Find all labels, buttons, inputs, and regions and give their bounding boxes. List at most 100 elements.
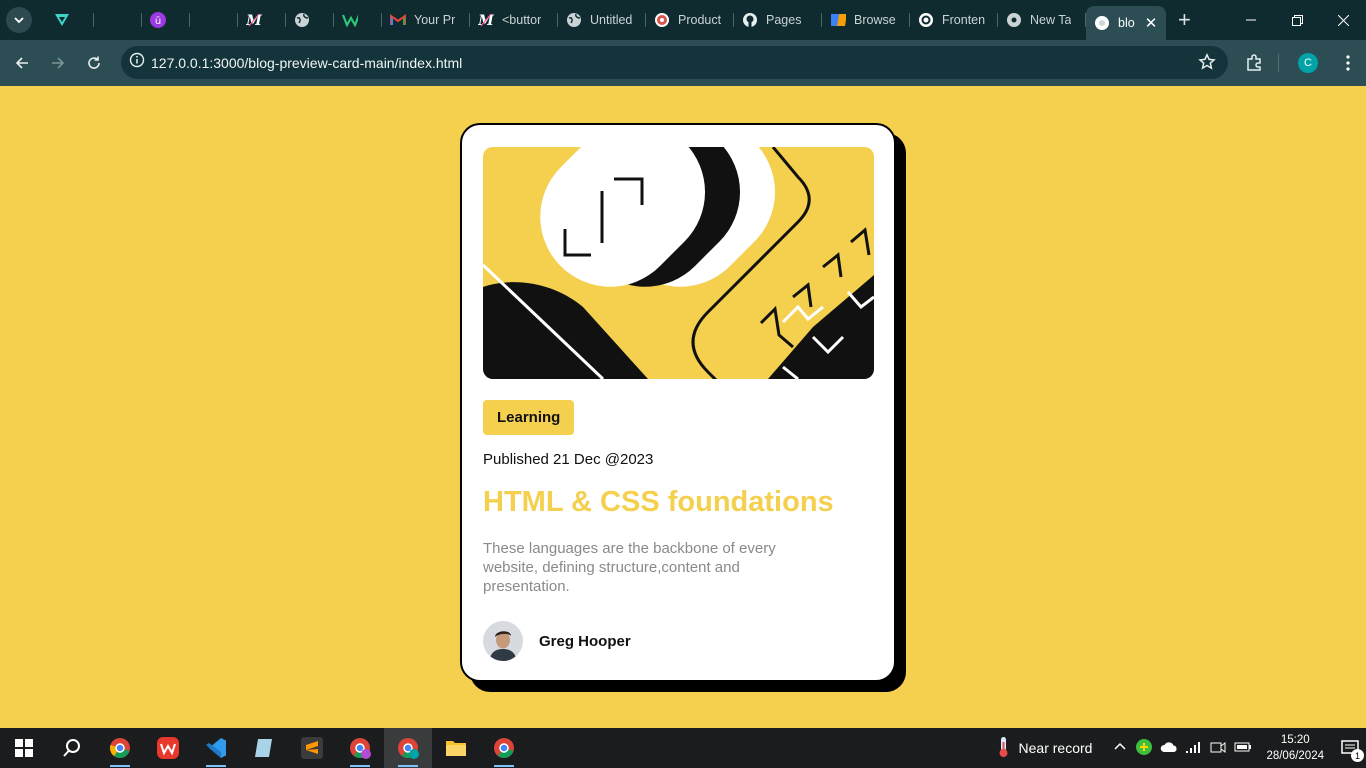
category-tag: Learning	[483, 400, 575, 435]
tab-6[interactable]	[334, 4, 382, 36]
taskbar-notes[interactable]	[240, 728, 288, 768]
wifi-icon[interactable]	[1186, 740, 1202, 757]
blog-favicon-icon	[1094, 15, 1110, 31]
tab-title: New Ta	[1030, 13, 1072, 27]
onedrive-icon[interactable]	[1160, 740, 1178, 756]
search-button[interactable]	[48, 728, 96, 768]
window-controls	[1228, 0, 1366, 40]
thermometer-icon[interactable]	[997, 736, 1011, 761]
github-icon	[742, 12, 758, 28]
profile-avatar: C	[1298, 53, 1318, 73]
tab-title: Pages	[766, 13, 802, 27]
blog-preview-card: Learning Published 21 Dec @2023 HTML & C…	[460, 123, 896, 682]
restore-button[interactable]	[1274, 0, 1320, 40]
tab-11[interactable]: Pages	[734, 4, 822, 36]
vscode-icon	[206, 738, 226, 758]
taskbar-explorer[interactable]	[432, 728, 480, 768]
taskbar-chrome-m[interactable]	[336, 728, 384, 768]
chevron-up-icon[interactable]	[1114, 740, 1126, 756]
clock-time: 15:20	[1280, 734, 1310, 746]
tab-10[interactable]: Product	[646, 4, 734, 36]
w-logo-icon	[342, 12, 358, 28]
status-plus-icon[interactable]	[1136, 738, 1153, 758]
author-name: Greg Hooper	[539, 632, 631, 650]
tab-12[interactable]: Browse	[822, 4, 910, 36]
puzzle-icon	[1247, 54, 1261, 71]
close-window-button[interactable]	[1320, 0, 1366, 40]
start-button[interactable]	[0, 728, 48, 768]
more-vert-icon	[1346, 55, 1350, 71]
search-icon	[63, 739, 80, 757]
clock-date: 28/06/2024	[1266, 750, 1324, 762]
tab-5[interactable]	[286, 4, 334, 36]
tab-13[interactable]: Fronten	[910, 4, 998, 36]
close-tab-icon[interactable]: ✕	[1145, 14, 1158, 32]
notes-icon	[255, 739, 272, 757]
weather-text[interactable]: Near record	[1019, 740, 1093, 756]
extensions-button[interactable]	[1236, 45, 1272, 81]
gmail-icon	[390, 12, 406, 28]
taskbar-chrome-t[interactable]	[96, 728, 144, 768]
reload-button[interactable]	[76, 45, 112, 81]
tab-strip: ū M Your Pr M <buttor Untitled Product Pages Bro…	[0, 0, 1366, 40]
grid-logo-icon	[830, 12, 846, 28]
tab-8[interactable]: M <buttor	[470, 4, 558, 36]
author: Greg Hooper	[483, 621, 631, 661]
tab-title: <buttor	[502, 13, 542, 27]
browser-menu-button[interactable]	[1330, 45, 1366, 81]
taskbar-wps[interactable]	[144, 728, 192, 768]
taskbar-chrome-c[interactable]	[384, 728, 432, 768]
tab-1[interactable]	[94, 4, 142, 36]
profile-button[interactable]: C	[1290, 45, 1326, 81]
record-icon	[654, 12, 670, 28]
toolbar-divider	[1278, 54, 1279, 72]
battery-icon[interactable]	[1234, 740, 1252, 756]
globe-icon	[566, 12, 582, 28]
hero-illustration	[483, 147, 874, 379]
taskbar-sublime[interactable]	[288, 728, 336, 768]
taskbar-chrome-c2[interactable]	[480, 728, 528, 768]
card-description: These languages are the backbone of ever…	[483, 540, 776, 595]
tab-title: Untitled	[590, 13, 633, 27]
windows-logo-icon	[15, 739, 33, 757]
globe-icon	[294, 12, 310, 28]
tab-7[interactable]: Your Pr	[382, 4, 470, 36]
m-logo-icon: M	[478, 12, 494, 28]
reload-icon	[88, 56, 100, 69]
tab-14[interactable]: New Ta	[998, 4, 1086, 36]
tab-2[interactable]: ū	[142, 4, 190, 36]
notification-center-button[interactable]: 1	[1334, 728, 1366, 768]
chrome-icon	[398, 738, 419, 759]
back-button[interactable]	[4, 45, 40, 81]
chrome-icon	[110, 738, 130, 758]
chrome-icon	[350, 738, 371, 759]
clock[interactable]: 15:20 28/06/2024	[1266, 732, 1324, 764]
windows-taskbar: Near record 15:20 28/06/2024 1	[0, 728, 1366, 768]
card-title[interactable]: HTML & CSS foundations	[483, 486, 834, 519]
tab-title: Product	[678, 13, 722, 27]
tab-active[interactable]: blo ✕	[1086, 6, 1166, 40]
taskbar-vscode[interactable]	[192, 728, 240, 768]
forward-button[interactable]	[40, 45, 76, 81]
tab-0[interactable]	[46, 4, 94, 36]
tab-9[interactable]: Untitled	[558, 4, 646, 36]
ublock-icon: ū	[150, 12, 166, 28]
tab-title: blo	[1118, 16, 1135, 30]
tab-3[interactable]	[190, 4, 238, 36]
folder-icon	[446, 741, 466, 756]
minimize-button[interactable]	[1228, 0, 1274, 40]
meet-icon[interactable]	[1210, 740, 1226, 757]
site-info-icon[interactable]	[129, 52, 145, 73]
sublime-icon	[301, 737, 323, 759]
frontend-icon	[918, 12, 934, 28]
address-bar[interactable]: 127.0.0.1:3000/blog-preview-card-main/in…	[121, 46, 1228, 79]
new-tab-button[interactable]: +	[1178, 7, 1191, 33]
system-tray: Near record 15:20 28/06/2024 1	[997, 728, 1366, 768]
chevron-down-icon	[14, 17, 24, 24]
notification-count-badge: 1	[1351, 749, 1364, 762]
bookmark-star-icon[interactable]	[1198, 52, 1216, 76]
tab-search-button[interactable]	[6, 7, 32, 33]
author-avatar	[483, 621, 523, 661]
tab-4[interactable]: M	[238, 4, 286, 36]
blank-icon	[102, 12, 118, 28]
